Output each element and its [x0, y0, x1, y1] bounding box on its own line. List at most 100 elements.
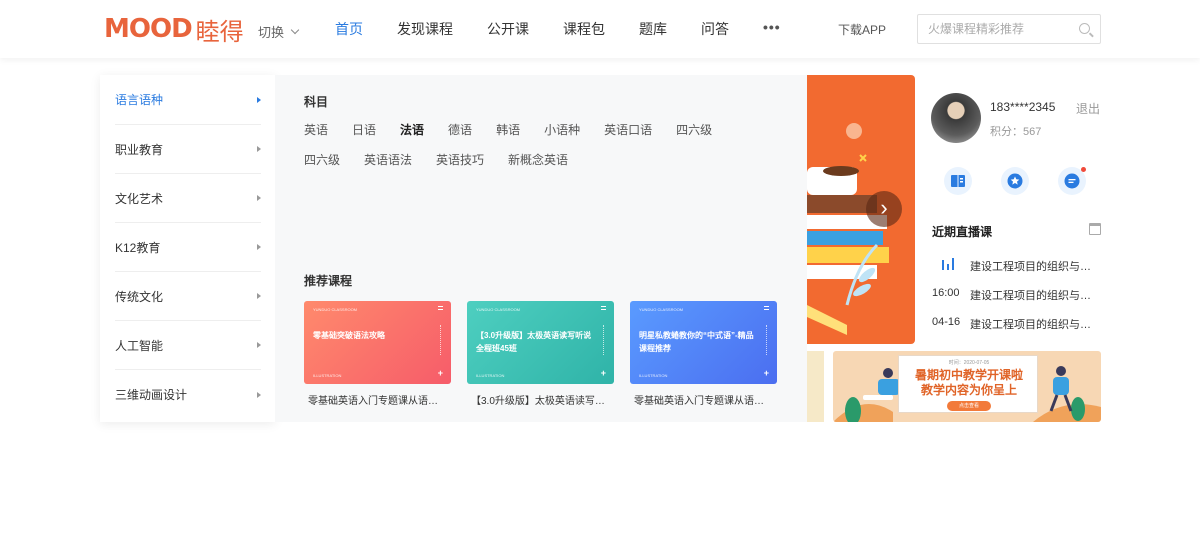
nav-question-bank[interactable]: 题库 — [639, 19, 667, 39]
subject-link[interactable]: 英语 — [304, 122, 328, 152]
main-nav: 首页 发现课程 公开课 课程包 题库 问答 ••• — [335, 19, 781, 39]
subject-link[interactable]: 新概念英语 — [508, 152, 568, 182]
logo-cn: 睦得 — [195, 18, 244, 46]
logo[interactable]: MOOD 睦得 — [104, 14, 244, 46]
live-bars-icon — [932, 258, 970, 270]
main-panel: 语言语种 职业教育 文化艺术 K12教育 传统文化 人工智能 三维动画设计 科目… — [100, 75, 1101, 422]
thumb-brand: YUNDUO CLASSROOM — [313, 307, 358, 312]
promo-board: 时间：2020-07-05 暑期初中教学开课啦 教学内容为你呈上 点击查看 — [898, 355, 1038, 413]
thumb-title: 明星私教蜷教你的“中式语”-精品课程推荐 — [639, 331, 754, 353]
secondary-banner-edge[interactable] — [807, 351, 824, 422]
logout-link[interactable]: 退出 — [1076, 100, 1100, 117]
thumb-footer: ILLUSTRATION — [639, 373, 668, 378]
plus-icon: + — [763, 368, 769, 378]
subject-link[interactable]: 小语种 — [544, 122, 580, 152]
promo-button[interactable]: 点击查看 — [947, 401, 991, 411]
live-title: 建设工程项目的组织与管理 — [970, 261, 1100, 273]
notification-dot — [1081, 167, 1086, 172]
live-title: 建设工程项目的组织与管理 — [970, 319, 1100, 331]
thumb-footer: ILLUSTRATION — [313, 373, 342, 378]
category-label: 人工智能 — [115, 338, 164, 353]
chat-icon — [1064, 173, 1080, 189]
promo-banner[interactable]: 时间：2020-07-05 暑期初中教学开课啦 教学内容为你呈上 点击查看 — [833, 351, 1101, 422]
search-icon[interactable] — [1079, 23, 1090, 34]
course-card[interactable]: YUNDUO CLASSROOM 零基础突破语法攻略 ILLUSTRATION … — [304, 301, 451, 407]
chevron-right-icon — [257, 293, 261, 299]
subject-link[interactable]: 德语 — [448, 122, 472, 152]
subject-link[interactable]: 英语口语 — [604, 122, 652, 152]
live-indicator — [932, 258, 970, 274]
nav-home[interactable]: 首页 — [335, 19, 363, 39]
course-card[interactable]: YUNDUO CLASSROOM 明星私教蜷教你的“中式语”-精品课程推荐 IL… — [630, 301, 777, 407]
thumb-brand: YUNDUO CLASSROOM — [476, 307, 521, 312]
user-points: 积分：567 — [990, 126, 1042, 138]
more-icon[interactable]: ••• — [763, 19, 781, 39]
category-label: 语言语种 — [115, 93, 164, 107]
promo-date: 时间：2020-07-05 — [948, 360, 990, 366]
subject-list: 英语 日语 法语 德语 韩语 小语种 英语口语 四六级 四六级 英语语法 英语技… — [304, 122, 794, 182]
live-time: 16:00 — [932, 287, 960, 299]
category-label: 三维动画设计 — [115, 388, 188, 402]
category-item-traditional[interactable]: 传统文化 — [115, 272, 261, 321]
switch-dropdown[interactable]: 切换 — [258, 22, 300, 41]
subject-link[interactable]: 四六级 — [676, 122, 712, 152]
user-panel: 183****2345 退出 积分：567 近期直播课 建设工程项目的组织与管理… — [915, 75, 1101, 344]
category-item-vocational[interactable]: 职业教育 — [115, 125, 261, 174]
chevron-right-icon[interactable]: › — [866, 191, 902, 227]
subject-link[interactable]: 英语语法 — [364, 152, 412, 182]
category-item-3d-animation[interactable]: 三维动画设计 — [115, 370, 261, 419]
course-thumbnail: YUNDUO CLASSROOM 明星私教蜷教你的“中式语”-精品课程推荐 IL… — [630, 301, 777, 384]
hero-banner[interactable]: › — [807, 75, 915, 344]
promo-line-1: 暑期初中教学开课啦 — [914, 368, 1023, 382]
category-item-k12[interactable]: K12教育 — [115, 223, 261, 272]
subject-link[interactable]: 日语 — [352, 122, 376, 152]
avatar[interactable] — [931, 93, 981, 143]
my-courses-button[interactable] — [944, 167, 972, 195]
subject-link[interactable]: 韩语 — [496, 122, 520, 152]
switch-label: 切换 — [258, 25, 285, 40]
nav-discover[interactable]: 发现课程 — [397, 19, 453, 39]
divider — [603, 325, 604, 355]
subjects-heading: 科目 — [304, 95, 329, 109]
divider — [440, 325, 441, 355]
category-item-culture-art[interactable]: 文化艺术 — [115, 174, 261, 223]
course-card[interactable]: YUNDUO CLASSROOM 【3.0升级版】太极英语读写听说全程班45班 … — [467, 301, 614, 407]
subject-link[interactable]: 四六级 — [304, 152, 340, 182]
recommend-heading: 推荐课程 — [304, 274, 353, 288]
nav-qa[interactable]: 问答 — [701, 19, 729, 39]
course-title[interactable]: 【3.0升级版】太极英语读写听说全程班 — [467, 392, 607, 407]
nav-course-pack[interactable]: 课程包 — [563, 19, 605, 39]
subject-link[interactable]: 法语 — [400, 122, 424, 152]
category-item-ai[interactable]: 人工智能 — [115, 321, 261, 370]
subject-link[interactable]: 英语技巧 — [436, 152, 484, 182]
search-input[interactable] — [918, 15, 1068, 43]
thumb-title: 【3.0升级版】太极英语读写听说全程班45班 — [476, 331, 592, 353]
chevron-right-icon — [257, 342, 261, 348]
live-item[interactable]: 04-16 建设工程项目的组织与管理 — [932, 316, 1102, 332]
menu-icon — [764, 306, 769, 310]
chevron-down-icon — [290, 25, 300, 35]
live-item[interactable]: 16:00 建设工程项目的组织与管理 — [932, 287, 1102, 303]
favorites-button[interactable] — [1001, 167, 1029, 195]
live-item[interactable]: 建设工程项目的组织与管理 — [932, 258, 1102, 274]
live-heading: 近期直播课 — [932, 225, 993, 239]
thumb-title: 零基础突破语法攻略 — [313, 331, 385, 340]
course-cards: YUNDUO CLASSROOM 零基础突破语法攻略 ILLUSTRATION … — [304, 301, 777, 407]
messages-button[interactable] — [1058, 167, 1086, 195]
thumb-footer: ILLUSTRATION — [476, 373, 505, 378]
promo-line-2: 教学内容为你呈上 — [920, 383, 1017, 397]
download-app-link[interactable]: 下载APP — [838, 21, 886, 38]
live-time: 04-16 — [932, 316, 961, 328]
course-thumbnail: YUNDUO CLASSROOM 【3.0升级版】太极英语读写听说全程班45班 … — [467, 301, 614, 384]
plus-icon: + — [600, 368, 606, 378]
chevron-right-icon — [257, 244, 261, 250]
course-title[interactable]: 零基础英语入门专题课从语法开始 — [304, 392, 444, 407]
nav-open-course[interactable]: 公开课 — [487, 19, 529, 39]
course-title[interactable]: 零基础英语入门专题课从语法开始 — [630, 392, 770, 407]
subcategory-panel: 科目 英语 日语 法语 德语 韩语 小语种 英语口语 四六级 四六级 英语语法 … — [275, 75, 807, 422]
live-title: 建设工程项目的组织与管理 — [970, 290, 1100, 302]
calendar-icon[interactable] — [1089, 223, 1101, 235]
user-name: 183****2345 — [990, 100, 1056, 114]
category-item-language[interactable]: 语言语种 — [115, 75, 261, 125]
thumb-brand: YUNDUO CLASSROOM — [639, 307, 684, 312]
